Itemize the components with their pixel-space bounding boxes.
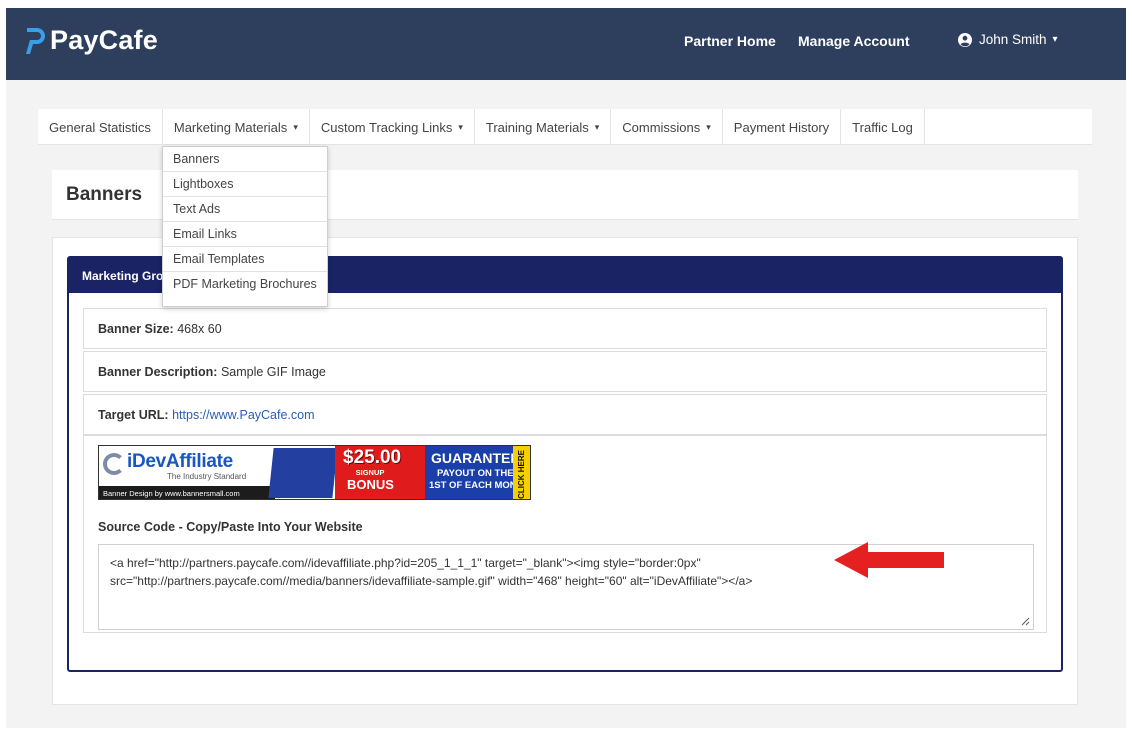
dropdown-item-email-templates[interactable]: Email Templates [163,247,327,272]
resize-handle-icon[interactable] [1020,616,1030,626]
chevron-down-icon: ▾ [594,121,600,132]
paycafe-logo-icon [26,27,45,54]
tab-label: Training Materials [485,119,589,135]
banner-description-row: Banner Description: Sample GIF Image [83,351,1047,392]
banner-description-value: Sample GIF Image [220,365,326,379]
marketing-group-panel: Marketing Gro Banner Size: 468x 60 Banne… [67,256,1063,672]
banner-brand: iDevAffiliate [127,451,233,472]
tab-general-statistics[interactable]: General Statistics [38,109,163,145]
chevron-down-icon: ▾ [293,121,298,132]
page-title: Banners [66,184,143,205]
banner-tagline: The Industry Standard [167,472,247,481]
panel-header-label: Marketing Gro [82,269,164,283]
tab-label: General Statistics [49,119,151,135]
marketing-materials-dropdown: Banners Lightboxes Text Ads Email Links … [162,146,328,307]
banner-click-here: CLICK HERE [517,450,526,499]
app-frame: PayCafe Partner Home Manage Account John… [6,8,1126,728]
source-code-label: Source Code - Copy/Paste Into Your Websi… [98,520,363,534]
nav-manage-account[interactable]: Manage Account [798,33,910,49]
idev-swirl-icon [103,453,125,475]
main-tabs: General Statistics Marketing Materials ▾… [38,109,1092,145]
banner-payout: PAYOUT ON THE [437,468,514,479]
dropdown-item-pdf-brochures[interactable]: PDF Marketing Brochures [163,272,327,297]
dropdown-item-email-links[interactable]: Email Links [163,222,327,247]
tab-payment-history[interactable]: Payment History [723,109,842,145]
tab-label: Custom Tracking Links [320,119,453,135]
banner-credit: Banner Design by www.bannersmall.com [99,486,275,499]
tab-commissions[interactable]: Commissions ▾ [611,109,723,145]
dropdown-item-lightboxes[interactable]: Lightboxes [163,172,327,197]
tab-label: Marketing Materials [173,119,288,135]
tab-training-materials[interactable]: Training Materials ▾ [475,109,612,145]
target-url-link[interactable]: https://www.PayCafe.com [172,408,314,422]
banner-size-value: 468x 60 [177,322,222,336]
nav-partner-home[interactable]: Partner Home [684,33,776,49]
user-menu[interactable]: John Smith ▾ [958,32,1058,47]
tab-label: Payment History [733,119,830,135]
software-box-icon [268,448,338,498]
banner-signup: SIGNUP [355,468,385,477]
chevron-down-icon: ▾ [706,121,711,132]
logo[interactable]: PayCafe [24,25,158,56]
tab-traffic-log[interactable]: Traffic Log [841,109,925,145]
user-circle-icon [958,32,972,47]
dropdown-item-banners[interactable]: Banners [163,147,327,172]
tab-custom-tracking-links[interactable]: Custom Tracking Links ▾ [310,109,475,145]
target-url-label: Target URL: [98,408,169,422]
dropdown-item-text-ads[interactable]: Text Ads [163,197,327,222]
banner-price: $25.00 [343,447,402,468]
user-name: John Smith [979,32,1047,47]
chevron-down-icon: ▾ [1052,34,1058,45]
chevron-down-icon: ▾ [458,121,463,132]
tab-label: Commissions [622,119,701,135]
banner-bonus: BONUS [347,477,394,492]
top-header: PayCafe Partner Home Manage Account John… [6,8,1126,80]
banner-description-label: Banner Description: [98,365,218,379]
source-code-section: iDevAffiliate The Industry Standard Bann… [83,435,1047,633]
tab-marketing-materials[interactable]: Marketing Materials ▾ [163,109,310,145]
banner-size-row: Banner Size: 468x 60 [83,308,1047,349]
red-arrow-icon [834,542,944,578]
target-url-row: Target URL: https://www.PayCafe.com [83,394,1047,435]
source-code-text: <a href="http://partners.paycafe.com//id… [110,556,753,588]
content-card: Marketing Gro Banner Size: 468x 60 Banne… [52,237,1078,705]
banner-size-label: Banner Size: [98,322,174,336]
banner-image[interactable]: iDevAffiliate The Industry Standard Bann… [98,445,531,500]
logo-text: PayCafe [50,25,158,55]
tab-label: Traffic Log [852,119,913,135]
